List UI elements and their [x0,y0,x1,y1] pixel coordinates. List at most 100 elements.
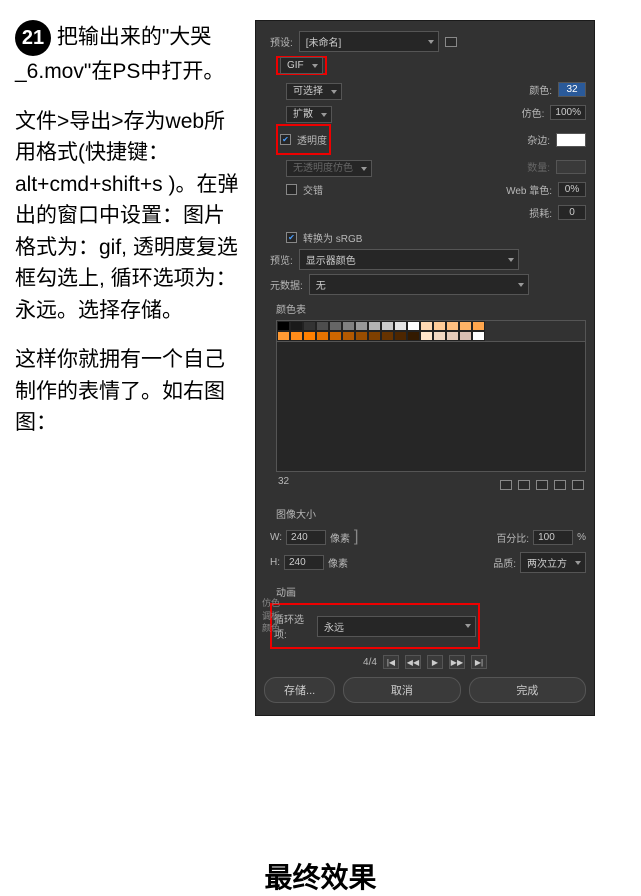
preview-dropdown[interactable]: 显示器颜色 [299,249,519,270]
color-swatch-cell[interactable] [277,331,290,341]
prev-frame-button[interactable]: ◀◀ [405,655,421,669]
colors-input[interactable]: 32 [558,82,586,97]
palette-trash-icon[interactable] [572,480,584,490]
color-swatch-cell[interactable] [446,321,459,331]
color-swatch-cell[interactable] [290,321,303,331]
amount-input [556,160,586,174]
color-swatch-cell[interactable] [420,331,433,341]
play-button[interactable]: ▶ [427,655,443,669]
color-swatch-cell[interactable] [342,321,355,331]
color-swatch-cell[interactable] [394,321,407,331]
height-label: H: [270,557,280,568]
websnap-label: Web 靠色: [506,182,552,197]
next-frame-button[interactable]: ▶▶ [449,655,465,669]
color-swatch-cell[interactable] [459,331,472,341]
metadata-label: 元数据: [270,277,303,292]
palette-new-icon[interactable] [554,480,566,490]
dither-input[interactable]: 100% [550,105,586,120]
interlaced-label: 交错 [303,182,323,197]
color-swatch-cell[interactable] [316,331,329,341]
px-label-w: 像素 [330,530,350,545]
color-swatch-cell[interactable] [355,331,368,341]
height-input[interactable] [284,555,324,570]
format-dropdown[interactable]: GIF [280,57,323,74]
palette-icon-2[interactable] [518,480,530,490]
done-button[interactable]: 完成 [469,677,586,703]
color-swatch-cell[interactable] [472,331,485,341]
px-label-h: 像素 [328,555,348,570]
color-swatch-cell[interactable] [355,321,368,331]
srgb-label: 转换为 sRGB [303,230,362,245]
websnap-input[interactable]: 0% [558,182,586,197]
final-result-heading: 最终效果 [0,856,641,896]
color-swatch-cell[interactable] [368,331,381,341]
preset-menu-icon[interactable] [445,37,457,47]
last-frame-button[interactable]: ▶| [471,655,487,669]
diffusion-dropdown[interactable]: 扩散 [286,106,332,123]
color-table-empty [276,342,586,472]
matte-swatch[interactable] [556,133,586,147]
color-swatch-cell[interactable] [433,321,446,331]
no-trans-dither-dropdown[interactable]: 无透明度仿色 [286,160,372,177]
preset-label: 预设: [270,34,293,49]
quality-label: 品质: [493,555,516,570]
color-swatch-cell[interactable] [394,331,407,341]
palette-icon-1[interactable] [500,480,512,490]
color-swatch-cell[interactable] [459,321,472,331]
color-swatch-cell[interactable] [329,331,342,341]
width-label: W: [270,532,282,543]
interlaced-checkbox[interactable] [286,184,297,195]
colors-label: 颜色: [529,82,552,97]
color-swatch-cell[interactable] [303,321,316,331]
frame-counter: 4/4 [363,657,377,668]
percent-input[interactable] [533,530,573,545]
palette-lock-icon[interactable] [536,480,548,490]
first-frame-button[interactable]: |◀ [383,655,399,669]
save-for-web-panel: 预设: [未命名] GIF 可选择 颜色: 32 扩散 仿色: 100% [255,20,595,716]
metadata-dropdown[interactable]: 无 [309,274,529,295]
image-size-label: 图像大小 [276,506,586,521]
dither-label: 仿色: [522,105,545,120]
palette-count: 32 [278,476,289,494]
cancel-button[interactable]: 取消 [343,677,460,703]
selectable-dropdown[interactable]: 可选择 [286,83,342,100]
width-input[interactable] [286,530,326,545]
color-swatch-cell[interactable] [277,321,290,331]
color-swatch-cell[interactable] [381,321,394,331]
transparency-checkbox[interactable] [280,134,291,145]
animation-label: 动画 [276,584,586,599]
color-swatch-cell[interactable] [290,331,303,341]
lossy-input[interactable]: 0 [558,205,586,220]
amount-label: 数量: [527,159,550,174]
color-swatch-cell[interactable] [420,321,433,331]
percent-label: 百分比: [496,530,529,545]
preset-dropdown[interactable]: [未命名] [299,31,439,52]
color-swatch-cell[interactable] [381,331,394,341]
color-table-grid[interactable] [276,320,586,342]
loop-dropdown[interactable]: 永远 [317,616,476,637]
color-swatch-cell[interactable] [472,321,485,331]
color-swatch-cell[interactable] [342,331,355,341]
color-swatch-cell[interactable] [407,331,420,341]
preview-label: 预览: [270,252,293,267]
color-table-label: 颜色表 [276,301,586,316]
quality-dropdown[interactable]: 两次立方 [520,552,586,573]
lossy-label: 损耗: [529,205,552,220]
color-swatch-cell[interactable] [303,331,316,341]
matte-label: 杂边: [527,132,550,147]
color-swatch-cell[interactable] [316,321,329,331]
paragraph-1: 文件>导出>存为web所用格式(快捷键：alt+cmd+shift+s )。在弹… [15,106,245,327]
link-dimensions-icon[interactable]: ] [354,528,358,546]
save-button[interactable]: 存储... [264,677,335,703]
step-number-badge: 21 [15,20,51,56]
color-swatch-cell[interactable] [446,331,459,341]
srgb-checkbox[interactable] [286,232,297,243]
color-swatch-cell[interactable] [407,321,420,331]
percent-unit: % [577,532,586,543]
side-tabs: 仿色 调板 颜色 [262,597,280,635]
color-swatch-cell[interactable] [433,331,446,341]
color-swatch-cell[interactable] [329,321,342,331]
color-swatch-cell[interactable] [368,321,381,331]
paragraph-2: 这样你就拥有一个自己制作的表情了。如右图图： [15,344,245,439]
transparency-label: 透明度 [297,132,327,147]
